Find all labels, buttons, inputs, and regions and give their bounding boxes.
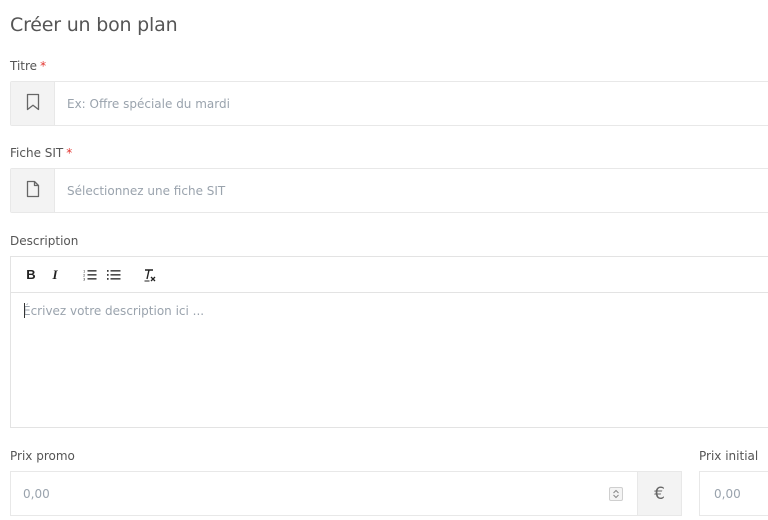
page-title: Créer un bon plan bbox=[10, 14, 178, 36]
editor-toolbar: B I 1 2 3 bbox=[11, 257, 768, 293]
required-marker: * bbox=[40, 59, 47, 73]
prix-initial-input-group bbox=[699, 471, 768, 516]
titre-input[interactable] bbox=[55, 82, 768, 125]
prix-initial-input[interactable] bbox=[700, 472, 768, 515]
ordered-list-icon[interactable]: 1 2 3 bbox=[81, 264, 99, 286]
titre-input-group bbox=[10, 81, 768, 126]
fiche-sit-label-text: Fiche SIT bbox=[10, 146, 64, 160]
prix-initial-label: Prix initial bbox=[699, 449, 759, 463]
euro-currency-addon: € bbox=[637, 472, 681, 515]
fiche-sit-select[interactable] bbox=[55, 169, 768, 212]
unordered-list-icon[interactable] bbox=[105, 264, 123, 286]
fiche-sit-addon bbox=[11, 169, 55, 212]
description-placeholder: Écrivez votre description ici ... bbox=[23, 304, 205, 318]
italic-button[interactable]: I bbox=[47, 264, 63, 286]
titre-addon bbox=[11, 82, 55, 125]
bookmark-icon bbox=[26, 93, 40, 115]
file-icon bbox=[26, 180, 40, 202]
clear-format-icon[interactable] bbox=[141, 264, 159, 286]
titre-label-text: Titre bbox=[10, 59, 38, 73]
prix-promo-input-group: € bbox=[10, 471, 682, 516]
description-textarea[interactable]: Écrivez votre description ici ... bbox=[11, 293, 768, 329]
svg-text:3: 3 bbox=[83, 277, 85, 280]
fiche-sit-input-group bbox=[10, 168, 768, 213]
fiche-sit-label: Fiche SIT * bbox=[10, 146, 72, 160]
required-marker: * bbox=[66, 146, 73, 160]
description-editor: B I 1 2 3 Écrivez votre description ici … bbox=[10, 256, 768, 428]
prix-promo-input[interactable] bbox=[11, 472, 609, 515]
number-spinner-icon[interactable] bbox=[609, 486, 623, 501]
description-label: Description bbox=[10, 234, 79, 248]
titre-label: Titre * bbox=[10, 59, 46, 73]
text-caret bbox=[24, 303, 25, 318]
prix-promo-label: Prix promo bbox=[10, 449, 75, 463]
bold-button[interactable]: B bbox=[23, 264, 39, 286]
